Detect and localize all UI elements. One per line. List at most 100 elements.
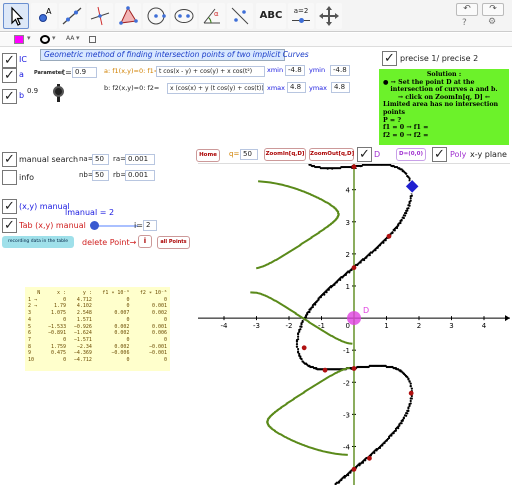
curve-a-point (407, 407, 410, 410)
curve-a-point (385, 439, 388, 442)
ymax-input[interactable]: 4.8 (331, 82, 350, 93)
precise-checkbox[interactable]: ✓ (382, 51, 397, 66)
chevron-down-icon[interactable]: ▾ (27, 34, 31, 42)
recording-button[interactable]: recording data in the table (2, 236, 74, 248)
table-cell: 4 (28, 316, 32, 323)
na-input[interactable]: 50 (92, 154, 109, 165)
ic-checkbox[interactable]: ✓ (2, 53, 17, 68)
reset-d-button[interactable]: D=(0,0) (396, 148, 426, 161)
circle-tool-icon[interactable] (143, 3, 169, 29)
slider-tool-label: a=2 (293, 7, 309, 15)
curve-a-point (398, 424, 401, 427)
delete-i-button[interactable]: i (138, 235, 152, 248)
point-style-icon[interactable] (40, 35, 50, 44)
table-cell: 0 (63, 296, 67, 303)
redo-button[interactable]: ↷ (482, 3, 504, 16)
d-checkbox[interactable]: ✓ (357, 147, 372, 162)
curve-a-input[interactable]: t cos(x - y) + cos(y) + x cos(t²) (156, 66, 265, 77)
curve-a-point (317, 298, 320, 301)
table-header-cell: x : (57, 290, 67, 296)
plot-canvas[interactable]: -4 -3 -2 -1 1 2 3 44321-1-2-3-40D (198, 163, 510, 487)
ymin-input[interactable]: -4.8 (330, 65, 350, 76)
graphics-view[interactable]: -4 -3 -2 -1 1 2 3 4 4 3 2 1 -1 -2 -3 -4 0 D (198, 163, 510, 487)
curve-a-point (359, 165, 362, 168)
manual-search-checkbox[interactable]: ✓ (2, 152, 17, 167)
curve-a-point (314, 303, 317, 306)
table-cell: 1.759 (51, 343, 67, 350)
intersection-point (301, 345, 307, 351)
curve-a-point (295, 340, 299, 343)
ellipse-tool-icon[interactable] (171, 3, 197, 29)
table-cell: 0 (163, 357, 167, 364)
zoom-in-button[interactable]: ZoomIn[q,D] (264, 148, 306, 161)
y-tick-label: -3 (343, 411, 350, 419)
curve-a-point (339, 278, 342, 281)
font-size-button[interactable]: AA (66, 35, 74, 42)
curve-a-point (301, 320, 304, 323)
curve-a-point (376, 246, 379, 249)
xmax-input[interactable]: 4.8 (287, 82, 306, 93)
t-input[interactable]: 0.9 (72, 67, 97, 78)
move-tool-icon[interactable] (3, 3, 29, 29)
curve-a-point (343, 476, 346, 479)
undo-button[interactable]: ↶ (456, 3, 478, 16)
move-view-tool-icon[interactable] (316, 3, 342, 29)
table-cell: 4.712 (76, 296, 92, 303)
solution-line: Limited area has no intersection points (383, 101, 499, 116)
intersection-point (351, 265, 357, 271)
l-manual-slider-handle[interactable] (90, 221, 99, 230)
chevron-down-icon[interactable]: ▾ (52, 34, 56, 42)
rb-input[interactable]: 0.001 (125, 170, 155, 181)
solution-line: P = ? (383, 116, 402, 124)
curve-a-point (409, 382, 412, 385)
settings-icon[interactable]: ⚙ (488, 17, 496, 27)
lock-icon[interactable] (89, 36, 96, 43)
tab-manual-checkbox[interactable]: ✓ (2, 218, 17, 233)
line-tool-icon[interactable] (59, 3, 85, 29)
polygon-tool-icon[interactable] (115, 3, 141, 29)
nb-input[interactable]: 50 (92, 170, 109, 181)
poly-checkbox[interactable]: ✓ (432, 147, 447, 162)
table-cell: 1.79 (54, 303, 67, 310)
curve-a-point (298, 330, 301, 333)
point-tool-icon[interactable]: A (31, 3, 57, 29)
home-button[interactable]: Home (196, 149, 220, 162)
curve-a-point (399, 370, 402, 373)
curve-a-point (391, 231, 394, 234)
table-cell: 4.102 (76, 303, 92, 310)
xy-manual-checkbox[interactable]: ✓ (2, 199, 17, 214)
xmin-input[interactable]: -4.8 (285, 65, 305, 76)
curve-a-point (298, 352, 301, 356)
x-tick-label: 3 (449, 322, 453, 330)
chevron-down-icon[interactable]: ▾ (76, 34, 80, 42)
a-checkbox[interactable]: ✓ (2, 68, 17, 83)
solution-line: f1 = 0 → f1 = (383, 124, 429, 132)
slider-tool-icon[interactable]: a=2 (288, 3, 314, 29)
i-input[interactable]: 2 (143, 220, 157, 231)
manual-search-label: manual search (19, 155, 79, 164)
delete-all-button[interactable]: all Points (157, 236, 190, 249)
parameter-slider-handle[interactable] (53, 86, 64, 97)
solution-title: Solution : (426, 71, 462, 78)
help-icon[interactable]: ? (462, 18, 467, 28)
info-checkbox[interactable] (2, 170, 17, 185)
zoom-out-button[interactable]: ZoomOut[q,D] (309, 148, 354, 161)
color-swatch[interactable] (14, 35, 24, 44)
curve-b-input[interactable]: x (cos(x) + y (t cos(y) + cos(t))) (167, 83, 264, 94)
perpendicular-tool-icon[interactable] (87, 3, 113, 29)
table-cell: 2 → (28, 303, 38, 310)
table-cell: −0.006 (111, 350, 130, 357)
table-cell: 7 (28, 336, 32, 343)
curve-a-point (409, 197, 412, 200)
angle-tool-icon[interactable]: α (199, 3, 225, 29)
text-tool-icon[interactable]: ABC (256, 3, 286, 29)
curve-a-point (374, 249, 377, 252)
table-cell: 1.571 (76, 316, 92, 323)
reflect-tool-icon[interactable] (227, 3, 253, 29)
x-tick-label: -4 (221, 322, 229, 330)
ra-input[interactable]: 0.001 (125, 154, 155, 165)
b-checkbox[interactable]: ✓ (2, 89, 17, 104)
q-input[interactable]: 50 (240, 149, 258, 160)
table-row: 8 1.759 −2.34 0.002 −0.001 (27, 344, 168, 351)
curve-b-branch (255, 180, 340, 270)
